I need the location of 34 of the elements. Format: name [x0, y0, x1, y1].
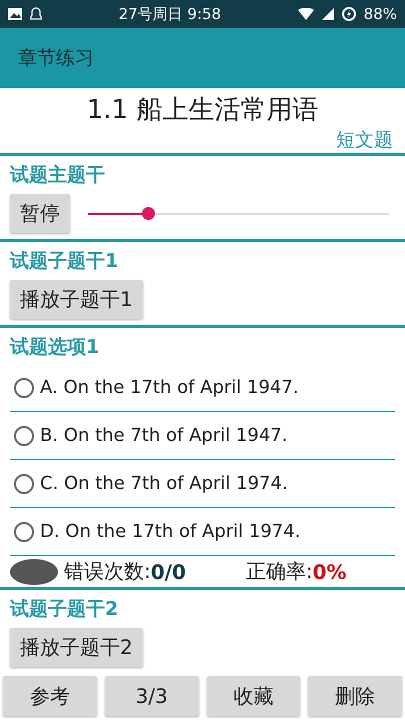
app-title: 章节练习 [18, 46, 94, 71]
radio-button[interactable] [14, 426, 34, 446]
section-heading: 试题主题干 [10, 163, 106, 188]
section-heading: 试题子题干2 [10, 597, 120, 622]
option-label: B. On the 7th of April 1947. [40, 425, 288, 446]
option-label: C. On the 7th of April 1974. [40, 473, 288, 494]
oval-icon [10, 558, 58, 584]
pause-button[interactable]: 暂停 [10, 194, 70, 233]
signal-icon [322, 8, 334, 20]
battery-saver-icon [342, 7, 356, 21]
status-time: 27号周日 9:58 [118, 4, 222, 24]
accuracy-value: 0% [312, 560, 347, 584]
option-label: A. On the 17th of April 1947. [40, 377, 299, 398]
option-label: D. On the 17th of April 1974. [40, 521, 300, 542]
bottom-button[interactable]: 参考 [3, 676, 97, 716]
bottom-button[interactable]: 删除 [308, 676, 402, 716]
section-heading: 试题子题干1 [10, 249, 120, 274]
picture-icon [8, 8, 22, 20]
play-button[interactable]: 播放子题干2 [10, 628, 143, 667]
question-type: 短文题 [336, 129, 393, 151]
bottom-button[interactable]: 收藏 [206, 676, 300, 716]
slider-thumb[interactable] [142, 206, 156, 220]
radio-button[interactable] [14, 474, 34, 494]
section-heading: 试题选项1 [10, 335, 100, 360]
bottom-button[interactable]: 3/3 [104, 676, 198, 716]
play-button[interactable]: 播放子题干1 [10, 280, 143, 319]
error-count: 0/0 [150, 560, 186, 584]
battery-level: 88% [364, 5, 398, 23]
wifi-icon [298, 8, 314, 20]
error-count-label: 错误次数: [64, 558, 151, 585]
radio-button[interactable] [14, 378, 34, 398]
accuracy-label: 正确率: [246, 558, 313, 585]
lesson-title: 1.1 船上生活常用语 [86, 94, 320, 127]
radio-button[interactable] [14, 522, 34, 542]
